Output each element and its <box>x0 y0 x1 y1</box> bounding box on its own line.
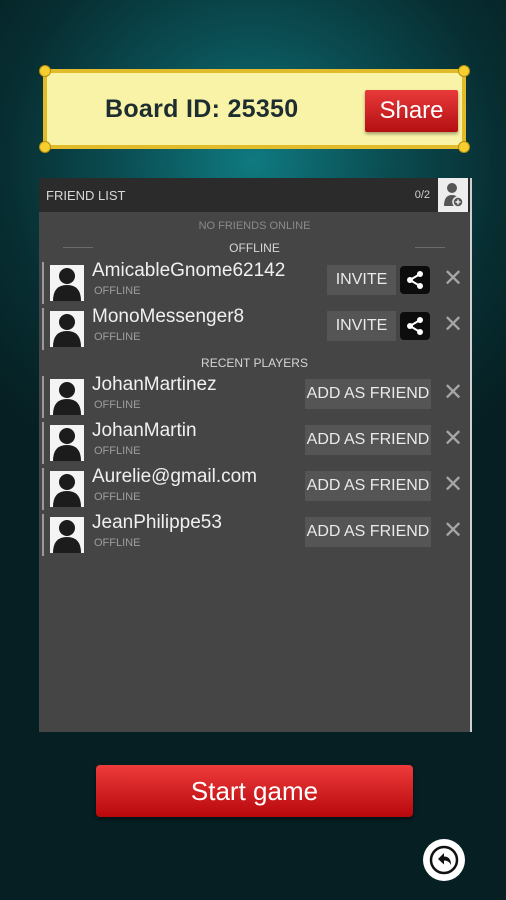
friend-list-panel: FRIEND LIST 0/2 NO FRIENDS ONLINE OFFLIN… <box>39 178 472 732</box>
avatar-icon <box>50 471 84 507</box>
recent-players-heading: RECENT PLAYERS <box>201 356 308 370</box>
avatar-icon <box>50 517 84 553</box>
back-icon[interactable] <box>423 839 465 881</box>
close-icon[interactable]: ✕ <box>442 427 464 451</box>
recent-player-row: JohanMartin OFFLINE ADD AS FRIEND ✕ <box>42 420 472 464</box>
friend-list-header: FRIEND LIST 0/2 <box>39 178 470 212</box>
panel-corner-ornament <box>458 141 470 153</box>
player-status: OFFLINE <box>94 445 141 457</box>
invite-button[interactable]: INVITE <box>327 311 396 341</box>
offline-section-heading: OFFLINE <box>229 241 280 255</box>
player-name: MonoMessenger8 <box>92 306 245 327</box>
close-icon[interactable]: ✕ <box>442 267 464 291</box>
board-id-label: Board ID: 25350 <box>105 95 299 123</box>
friend-list-title: FRIEND LIST <box>46 188 126 203</box>
recent-player-row: JohanMartinez OFFLINE ADD AS FRIEND ✕ <box>42 374 472 418</box>
player-name: AmicableGnome62142 <box>92 260 286 281</box>
player-name: Aurelie@gmail.com <box>92 466 258 487</box>
panel-corner-ornament <box>458 65 470 77</box>
close-icon[interactable]: ✕ <box>442 381 464 405</box>
add-as-friend-button[interactable]: ADD AS FRIEND <box>305 425 431 455</box>
player-status: OFFLINE <box>94 537 141 549</box>
player-status: OFFLINE <box>94 331 141 343</box>
recent-player-row: Aurelie@gmail.com OFFLINE ADD AS FRIEND … <box>42 466 472 510</box>
avatar-icon <box>50 425 84 461</box>
player-status: OFFLINE <box>94 399 141 411</box>
close-icon[interactable]: ✕ <box>442 313 464 337</box>
recent-player-row: JeanPhilippe53 OFFLINE ADD AS FRIEND ✕ <box>42 512 472 556</box>
friend-count: 0/2 <box>414 189 430 201</box>
share-icon[interactable] <box>400 266 430 294</box>
share-button[interactable]: Share <box>365 90 458 132</box>
player-name: JohanMartinez <box>92 374 217 395</box>
close-icon[interactable]: ✕ <box>442 473 464 497</box>
panel-corner-ornament <box>39 141 51 153</box>
add-as-friend-button[interactable]: ADD AS FRIEND <box>305 471 431 501</box>
no-friends-online-label: NO FRIENDS ONLINE <box>198 220 311 232</box>
close-icon[interactable]: ✕ <box>442 519 464 543</box>
player-status: OFFLINE <box>94 285 141 297</box>
board-id-panel: Board ID: 25350 Share <box>39 65 470 153</box>
friend-row: MonoMessenger8 OFFLINE INVITE ✕ <box>42 306 472 350</box>
add-friend-icon[interactable] <box>438 178 468 212</box>
avatar-icon <box>50 265 84 301</box>
friend-row: AmicableGnome62142 OFFLINE INVITE ✕ <box>42 260 472 304</box>
player-status: OFFLINE <box>94 491 141 503</box>
share-icon[interactable] <box>400 312 430 340</box>
player-name: JohanMartin <box>92 420 197 441</box>
start-game-button[interactable]: Start game <box>96 765 413 817</box>
player-name: JeanPhilippe53 <box>92 512 222 533</box>
invite-button[interactable]: INVITE <box>327 265 396 295</box>
add-as-friend-button[interactable]: ADD AS FRIEND <box>305 379 431 409</box>
avatar-icon <box>50 379 84 415</box>
add-as-friend-button[interactable]: ADD AS FRIEND <box>305 517 431 547</box>
avatar-icon <box>50 311 84 347</box>
panel-corner-ornament <box>39 65 51 77</box>
